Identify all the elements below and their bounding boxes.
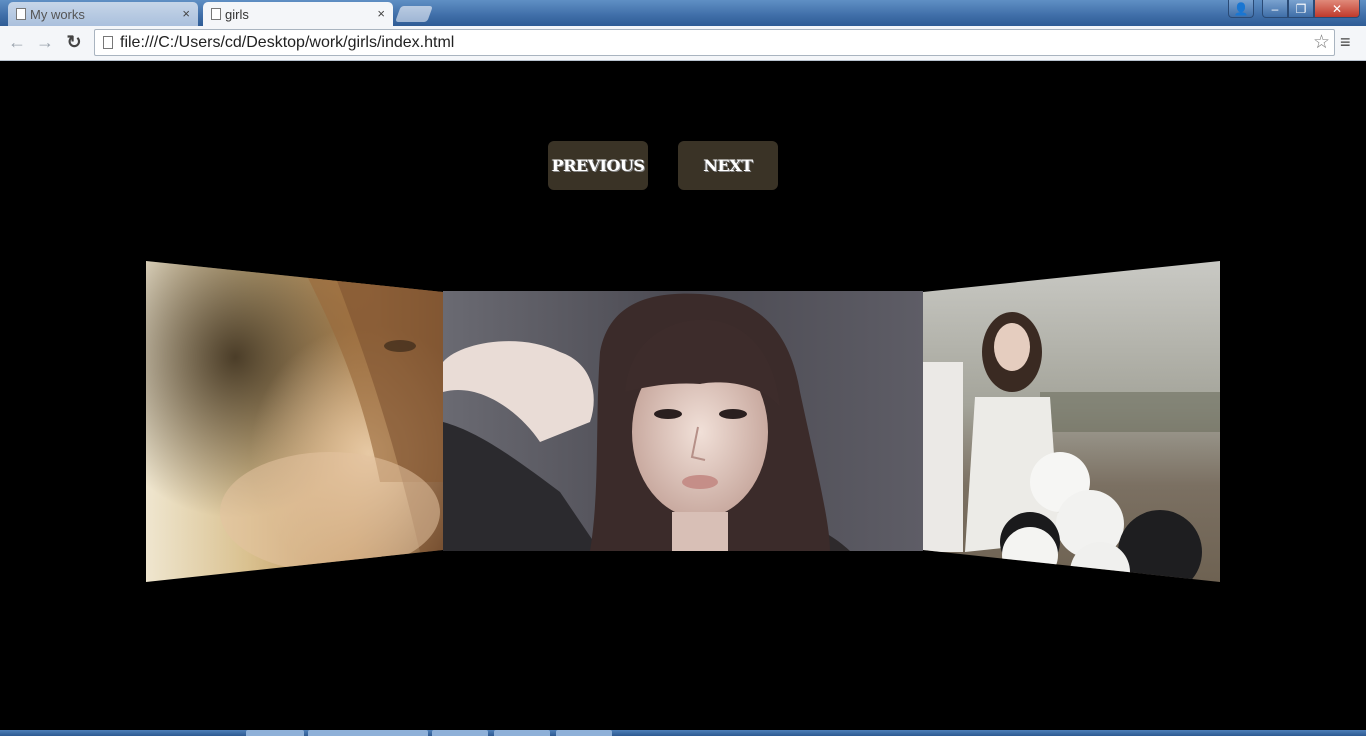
close-icon[interactable]: × — [377, 6, 385, 21]
address-input[interactable] — [120, 34, 1300, 52]
page-content: PREVIOUS NEXT — [0, 62, 1366, 730]
browser-titlebar: My works × girls × 👤 – ❐ ✕ — [0, 0, 1366, 26]
close-icon[interactable]: × — [182, 6, 190, 21]
taskbar-item[interactable] — [308, 730, 428, 736]
carousel-stage — [146, 261, 1220, 602]
taskbar-item[interactable] — [432, 730, 488, 736]
document-icon — [211, 8, 221, 20]
tab-label: girls — [225, 6, 249, 22]
close-window-button[interactable]: ✕ — [1314, 0, 1360, 18]
taskbar-item[interactable] — [494, 730, 550, 736]
tab-label: My works — [30, 6, 85, 22]
slide-left[interactable] — [146, 261, 443, 582]
taskbar-item[interactable] — [246, 730, 304, 736]
back-arrow-icon[interactable]: ← — [6, 32, 28, 53]
minimize-button[interactable]: – — [1262, 0, 1288, 18]
new-tab-button[interactable] — [395, 6, 433, 22]
os-taskbar — [0, 730, 1366, 736]
reload-icon[interactable]: ↻ — [63, 32, 85, 53]
taskbar-item[interactable] — [556, 730, 612, 736]
tab-my-works[interactable]: My works × — [8, 2, 198, 26]
menu-icon[interactable]: ≡ — [1340, 32, 1351, 53]
page-icon — [103, 36, 113, 49]
tab-girls[interactable]: girls × — [203, 2, 393, 26]
bookmark-star-icon[interactable]: ☆ — [1313, 31, 1330, 54]
slide-center[interactable] — [443, 291, 923, 551]
maximize-button[interactable]: ❐ — [1288, 0, 1314, 18]
slide-right[interactable] — [923, 261, 1220, 602]
browser-toolbar: ← → ↻ ☆ ≡ — [0, 26, 1366, 61]
address-bar[interactable]: ☆ — [94, 29, 1335, 56]
user-icon[interactable]: 👤 — [1228, 0, 1254, 18]
document-icon — [16, 8, 26, 20]
forward-arrow-icon[interactable]: → — [34, 32, 56, 53]
